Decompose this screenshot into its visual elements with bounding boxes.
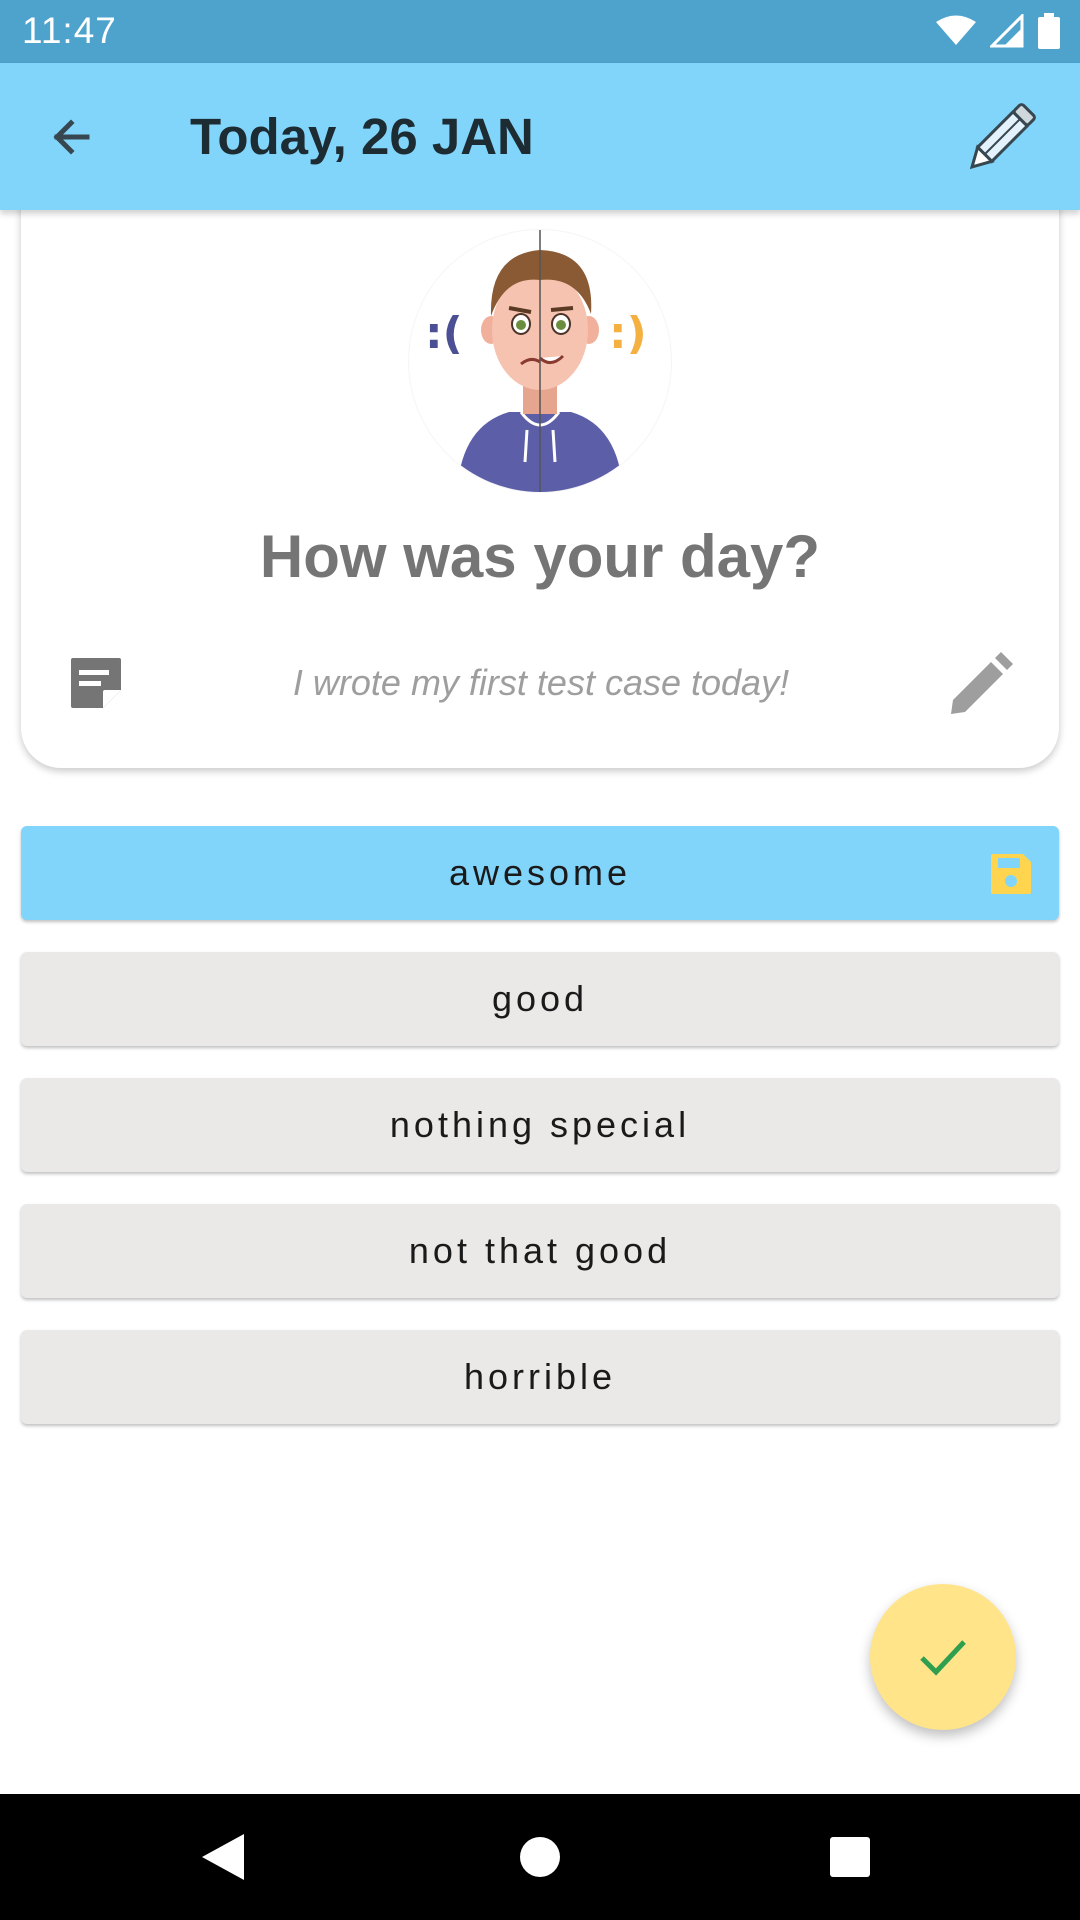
nav-home-button[interactable] <box>507 1824 573 1890</box>
mood-label: not that good <box>408 1230 672 1271</box>
wifi-icon <box>936 15 976 45</box>
nav-recents-button[interactable] <box>817 1824 883 1890</box>
confirm-fab[interactable] <box>870 1584 1016 1730</box>
edit-note-button[interactable] <box>945 650 1015 720</box>
battery-icon <box>1038 13 1060 49</box>
mood-label: nothing special <box>389 1104 691 1145</box>
mood-button-awesome[interactable]: awesome <box>21 826 1059 920</box>
mood-label: horrible <box>463 1356 617 1397</box>
triangle-back-icon <box>202 1834 244 1880</box>
mood-label: awesome <box>448 852 632 893</box>
mood-button-not-that-good[interactable]: not that good <box>21 1204 1059 1298</box>
day-note-text[interactable]: I wrote my first test case today! <box>151 662 931 704</box>
nav-back-button[interactable] <box>190 1824 256 1890</box>
avatar: :( :) <box>409 230 671 492</box>
edit-icon <box>951 652 1013 714</box>
status-bar: 11:47 <box>0 0 1080 63</box>
edit-entry-button[interactable] <box>956 93 1046 183</box>
system-nav-bar <box>0 1794 1080 1920</box>
mood-button-nothing-special[interactable]: nothing special <box>21 1078 1059 1172</box>
note-icon <box>67 654 125 712</box>
sad-emoticon: :( <box>425 308 463 359</box>
save-icon <box>991 854 1031 894</box>
back-button[interactable] <box>40 106 102 168</box>
square-recents-icon <box>830 1837 870 1877</box>
cell-signal-icon <box>990 14 1024 48</box>
mood-face-illustration: :( :) <box>425 230 647 492</box>
app-bar: Today, 26 JAN <box>0 63 1080 210</box>
mood-button-horrible[interactable]: horrible <box>21 1330 1059 1424</box>
page-title: Today, 26 JAN <box>190 108 534 165</box>
pencil-icon <box>969 103 1036 170</box>
status-icons <box>936 12 1060 50</box>
mood-label: good <box>491 978 589 1019</box>
mood-card: :( :) How was your day? I wrote my first… <box>21 170 1059 768</box>
happy-emoticon: :) <box>609 308 647 359</box>
status-time: 11:47 <box>22 10 117 51</box>
question-heading: How was your day? <box>259 523 821 590</box>
circle-home-icon <box>520 1837 560 1877</box>
mood-button-good[interactable]: good <box>21 952 1059 1046</box>
check-icon <box>920 1640 966 1676</box>
arrow-back-icon <box>53 119 90 155</box>
